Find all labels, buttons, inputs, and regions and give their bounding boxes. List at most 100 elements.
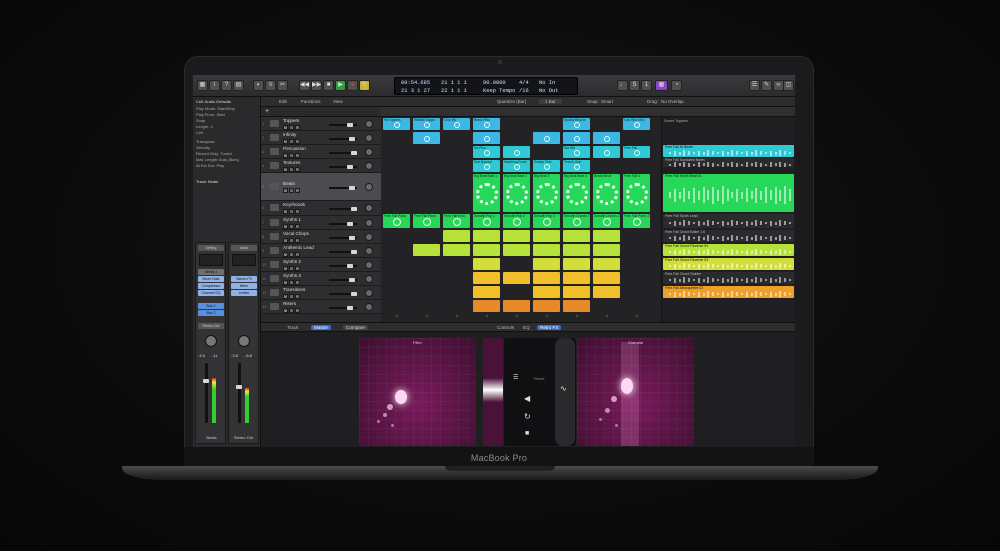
pan-knob[interactable] bbox=[205, 335, 217, 347]
timeline-region[interactable]: Free Fall Chord Reverse 04 bbox=[663, 244, 794, 256]
loop-cell[interactable] bbox=[563, 244, 590, 256]
timeline-region[interactable]: Free Fall Synth Lead bbox=[663, 214, 794, 228]
reset-label[interactable]: Reset bbox=[534, 376, 544, 381]
loop-cell[interactable]: Free Fall 6 bbox=[623, 174, 650, 212]
pan-knob[interactable] bbox=[365, 233, 373, 241]
plugin-slot[interactable]: Channel EQ bbox=[198, 290, 224, 296]
track-name[interactable]: Synths 2 bbox=[283, 259, 301, 264]
compare-button[interactable]: Compare bbox=[343, 325, 368, 330]
eq-thumbnail[interactable] bbox=[199, 254, 223, 266]
xy-pad-filter[interactable]: Filter bbox=[359, 338, 476, 446]
edit-menu[interactable]: Edit bbox=[279, 99, 287, 104]
mute-button[interactable]: M bbox=[283, 209, 288, 214]
timeline-region[interactable]: Free Fall Chord Stabler bbox=[663, 272, 794, 284]
volume-knob[interactable] bbox=[349, 236, 355, 240]
pan-knob[interactable] bbox=[365, 183, 373, 191]
track-header[interactable]: 1 Toppers M S R bbox=[261, 117, 381, 131]
solo-button[interactable]: S bbox=[289, 167, 294, 172]
inspector-row[interactable]: Af Ext Dur: Play bbox=[196, 163, 224, 168]
scene-trigger-icon[interactable]: ⌃ bbox=[604, 315, 610, 321]
loop-cell[interactable] bbox=[563, 286, 590, 298]
loop-cell[interactable] bbox=[563, 132, 590, 144]
drag-select[interactable]: No Overlap bbox=[661, 99, 684, 104]
pad-cursor[interactable] bbox=[621, 378, 633, 394]
pad-cursor[interactable] bbox=[395, 390, 407, 404]
loop-cell[interactable] bbox=[413, 244, 440, 256]
record-enable-button[interactable]: R bbox=[295, 238, 300, 243]
loop-cell[interactable] bbox=[563, 258, 590, 270]
loop-cell[interactable]: Smooth Chords 1 bbox=[563, 214, 590, 228]
pan-knob[interactable] bbox=[365, 219, 373, 227]
loop-cell[interactable]: Big Beat Beat 2 bbox=[503, 174, 530, 212]
inspector-row[interactable]: Transpose bbox=[196, 139, 215, 144]
pan-knob[interactable] bbox=[365, 261, 373, 269]
timeline-region[interactable]: Free Fall Synth Beat 01 bbox=[663, 174, 794, 212]
loop-cell[interactable] bbox=[593, 132, 620, 144]
timeline-region[interactable]: Free Fall Atmosphere 02 bbox=[663, 286, 794, 298]
functions-menu[interactable]: Functions bbox=[301, 99, 321, 104]
solo-button[interactable]: S bbox=[289, 238, 294, 243]
volume-knob[interactable] bbox=[347, 123, 353, 127]
mute-button[interactable]: M bbox=[283, 167, 288, 172]
loop-cell[interactable] bbox=[593, 258, 620, 270]
snap-select[interactable]: Smart bbox=[601, 99, 613, 104]
mute-button[interactable]: M bbox=[283, 280, 288, 285]
send-slot[interactable]: Bus 2 bbox=[198, 310, 224, 316]
play-button[interactable]: ▶ bbox=[335, 80, 346, 91]
loop-cell[interactable]: Smooth Chords 2 bbox=[593, 214, 620, 228]
solo-button[interactable]: S bbox=[289, 139, 294, 144]
mute-button[interactable]: M bbox=[283, 266, 288, 271]
volume-knob[interactable] bbox=[351, 292, 357, 296]
library-icon[interactable]: ▦ bbox=[197, 80, 208, 91]
loop-cell[interactable] bbox=[563, 300, 590, 312]
loop-cell[interactable]: Free Fall Piano bbox=[413, 214, 440, 228]
record-enable-button[interactable]: R bbox=[295, 188, 300, 193]
track-name[interactable]: Transitions bbox=[283, 287, 305, 292]
lcd-display[interactable]: 00:54.685 21 1 1 1 21 3 1 27 22 1 1 1 90… bbox=[394, 77, 578, 95]
stop-button[interactable]: ■ bbox=[323, 80, 334, 91]
loop-cell[interactable] bbox=[443, 230, 470, 242]
loop-cell[interactable] bbox=[533, 230, 560, 242]
mute-button[interactable]: M bbox=[283, 153, 288, 158]
loop-cell[interactable] bbox=[533, 244, 560, 256]
loop-cell[interactable]: Hit Toppers bbox=[383, 118, 410, 130]
pan-knob[interactable] bbox=[238, 335, 250, 347]
loop-cell[interactable] bbox=[503, 146, 530, 158]
setting-button[interactable]: Setting bbox=[198, 245, 224, 251]
loop-cell[interactable]: Big Beat 3 bbox=[533, 174, 560, 212]
loop-cell[interactable] bbox=[473, 258, 500, 270]
loop-cell[interactable] bbox=[533, 286, 560, 298]
mute-button[interactable]: M bbox=[283, 294, 288, 299]
track-header[interactable]: 8 Vocal Chops M S R bbox=[261, 230, 381, 244]
inspector-row[interactable]: Length: 4 bbox=[196, 124, 213, 129]
track-header[interactable]: 12 Transitions M S R bbox=[261, 286, 381, 300]
volume-knob[interactable] bbox=[347, 222, 353, 226]
scene-trigger-icon[interactable]: ⌃ bbox=[454, 315, 460, 321]
pan-knob[interactable] bbox=[365, 204, 373, 212]
loop-cell[interactable] bbox=[563, 230, 590, 242]
volume-knob[interactable] bbox=[349, 278, 355, 282]
plugin-slot[interactable]: Sends 1 bbox=[198, 269, 224, 275]
loop-cell[interactable]: Sweep Perc bbox=[533, 160, 560, 172]
loop-cell[interactable] bbox=[473, 132, 500, 144]
record-enable-button[interactable]: R bbox=[295, 252, 300, 257]
loop-cell[interactable] bbox=[473, 230, 500, 242]
loop-cell[interactable] bbox=[593, 286, 620, 298]
rewind-button[interactable]: ◀◀ bbox=[299, 80, 310, 91]
volume-knob[interactable] bbox=[351, 151, 357, 155]
loop-cell[interactable] bbox=[473, 272, 500, 284]
smart-controls-icon[interactable]: ◐ bbox=[253, 80, 264, 91]
loop-cell[interactable] bbox=[533, 258, 560, 270]
help-icon[interactable]: ? bbox=[221, 80, 232, 91]
master-volume-icon[interactable]: ◔ bbox=[671, 80, 682, 91]
view-menu[interactable]: View bbox=[333, 99, 343, 104]
track-header[interactable]: 13 Risers M S R bbox=[261, 300, 381, 314]
volume-fader[interactable] bbox=[238, 363, 241, 423]
solo-button[interactable]: S bbox=[289, 224, 294, 229]
mute-button[interactable]: M bbox=[283, 139, 288, 144]
tab-controls[interactable]: Controls bbox=[497, 325, 514, 330]
loop-cell[interactable] bbox=[593, 244, 620, 256]
scene-trigger-icon[interactable]: ⌃ bbox=[484, 315, 490, 321]
mute-button[interactable]: M bbox=[283, 188, 288, 193]
output-slot[interactable]: Stereo Out bbox=[198, 323, 224, 329]
